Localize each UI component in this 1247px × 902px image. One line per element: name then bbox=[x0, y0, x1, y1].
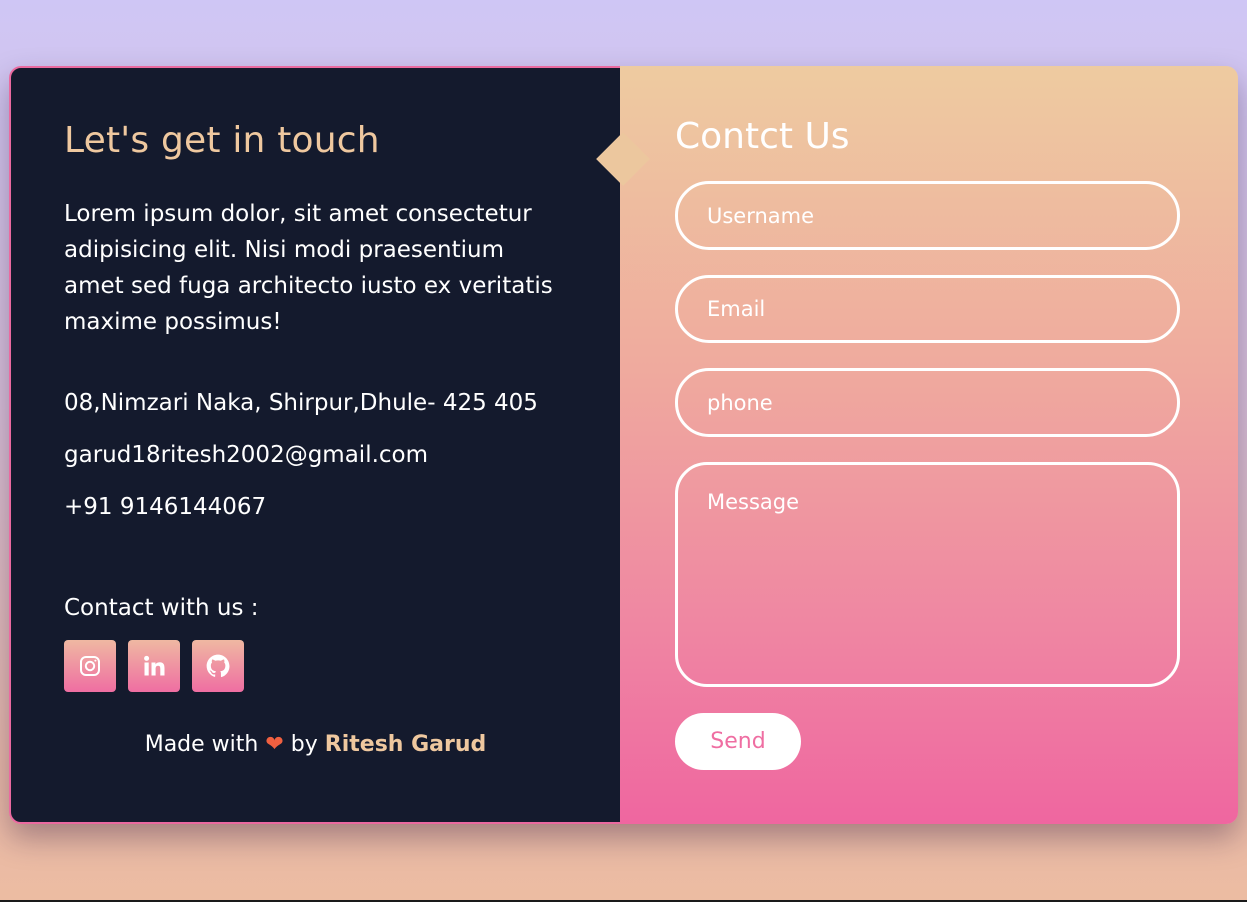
contact-info-panel: Let's get in touch Lorem ipsum dolor, si… bbox=[9, 66, 622, 824]
linkedin-icon bbox=[142, 654, 166, 678]
instagram-icon bbox=[78, 654, 102, 678]
info-description: Lorem ipsum dolor, sit amet consectetur … bbox=[64, 201, 553, 335]
message-textarea[interactable] bbox=[675, 462, 1180, 687]
made-with-text: Made with bbox=[144, 732, 259, 757]
email-text: garud18ritesh2002@gmail.com bbox=[64, 442, 429, 468]
contact-card: Let's get in touch Lorem ipsum dolor, si… bbox=[9, 66, 1238, 824]
phone-text: +91 9146144067 bbox=[64, 494, 267, 520]
username-input[interactable] bbox=[675, 181, 1180, 250]
github-link[interactable] bbox=[192, 640, 244, 692]
send-button[interactable]: Send bbox=[675, 713, 801, 770]
instagram-link[interactable] bbox=[64, 640, 116, 692]
heart-icon: ❤ bbox=[265, 732, 284, 757]
address-text: 08,Nimzari Naka, Shirpur,Dhule- 425 405 bbox=[64, 390, 538, 416]
linkedin-link[interactable] bbox=[128, 640, 180, 692]
form-heading: Contct Us bbox=[675, 116, 850, 157]
github-icon bbox=[205, 653, 231, 679]
phone-input[interactable] bbox=[675, 368, 1180, 437]
contact-with-label: Contact with us : bbox=[64, 595, 259, 621]
contact-form-panel: Contct Us Send bbox=[620, 66, 1238, 824]
made-with-footer: Made with ❤ by Ritesh Garud bbox=[11, 732, 620, 757]
social-links bbox=[64, 640, 244, 692]
author-name: Ritesh Garud bbox=[324, 732, 487, 757]
email-input[interactable] bbox=[675, 275, 1180, 343]
by-text: by bbox=[290, 732, 318, 757]
info-heading: Let's get in touch bbox=[64, 120, 380, 161]
